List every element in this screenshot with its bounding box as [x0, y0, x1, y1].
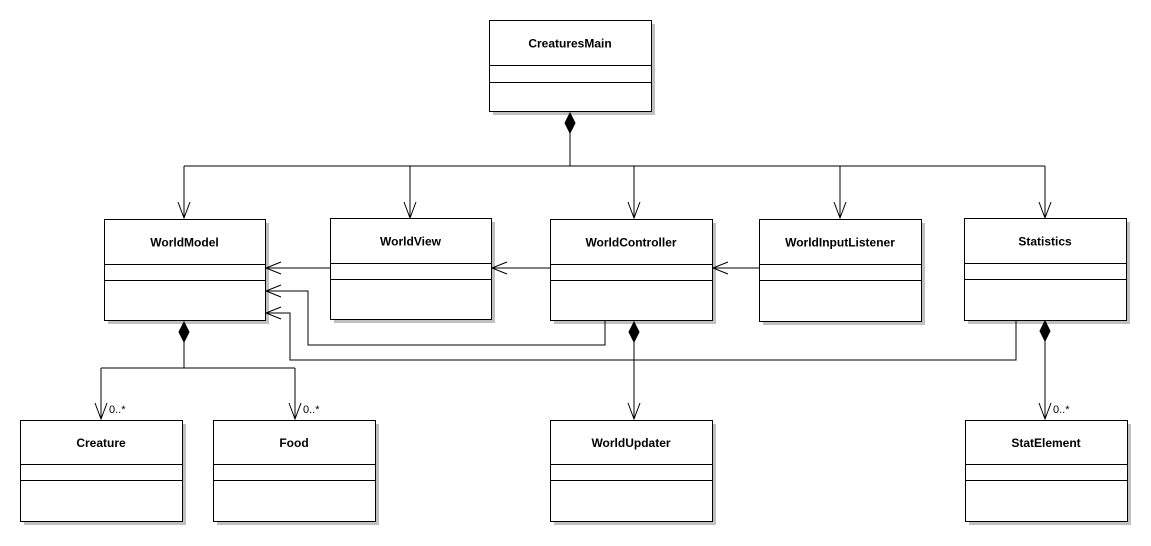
class-name: WorldInputListener: [785, 236, 895, 250]
composition-diamond-controller: [628, 320, 640, 344]
assoc-listener-controller: [711, 261, 759, 275]
class-creatures-main[interactable]: CreaturesMain: [489, 20, 655, 116]
class-stat-element[interactable]: StatElement: [965, 420, 1131, 526]
class-world-controller[interactable]: WorldController: [550, 219, 716, 325]
composition-diamond-main: [564, 111, 576, 135]
class-name: CreaturesMain: [528, 37, 611, 51]
class-world-model[interactable]: WorldModel: [104, 219, 269, 325]
class-name: WorldModel: [150, 236, 218, 250]
arrowheads-main: [177, 201, 1052, 220]
class-world-view[interactable]: WorldView: [330, 218, 495, 324]
class-world-input-listener[interactable]: WorldInputListener: [759, 219, 925, 326]
assoc-view-model: [264, 261, 330, 275]
class-name: Food: [279, 436, 308, 450]
class-name: WorldController: [585, 236, 676, 250]
uml-class-diagram: CreaturesMain WorldModel WorldView WorldCon…: [20, 20, 1131, 526]
composition-controller-updater: [627, 342, 641, 421]
class-statistics[interactable]: Statistics: [964, 218, 1130, 325]
class-name: StatElement: [1011, 436, 1080, 450]
composition-diamond-model: [178, 320, 190, 344]
class-food[interactable]: Food: [213, 420, 379, 526]
composition-statistics-statelement: [1038, 341, 1052, 421]
multiplicity-food: 0..*: [303, 404, 320, 416]
composition-model-creature-food: [94, 342, 302, 421]
class-creature[interactable]: Creature: [20, 420, 186, 526]
class-name: WorldUpdater: [591, 436, 670, 450]
assoc-controller-view: [490, 261, 550, 275]
multiplicity-creature: 0..*: [109, 404, 126, 416]
class-name: Creature: [76, 436, 126, 450]
class-name: WorldView: [380, 235, 442, 249]
composition-line-main: [183, 133, 1046, 218]
class-world-updater[interactable]: WorldUpdater: [550, 420, 716, 526]
multiplicity-stat-element: 0..*: [1053, 404, 1070, 416]
class-name: Statistics: [1018, 235, 1072, 249]
